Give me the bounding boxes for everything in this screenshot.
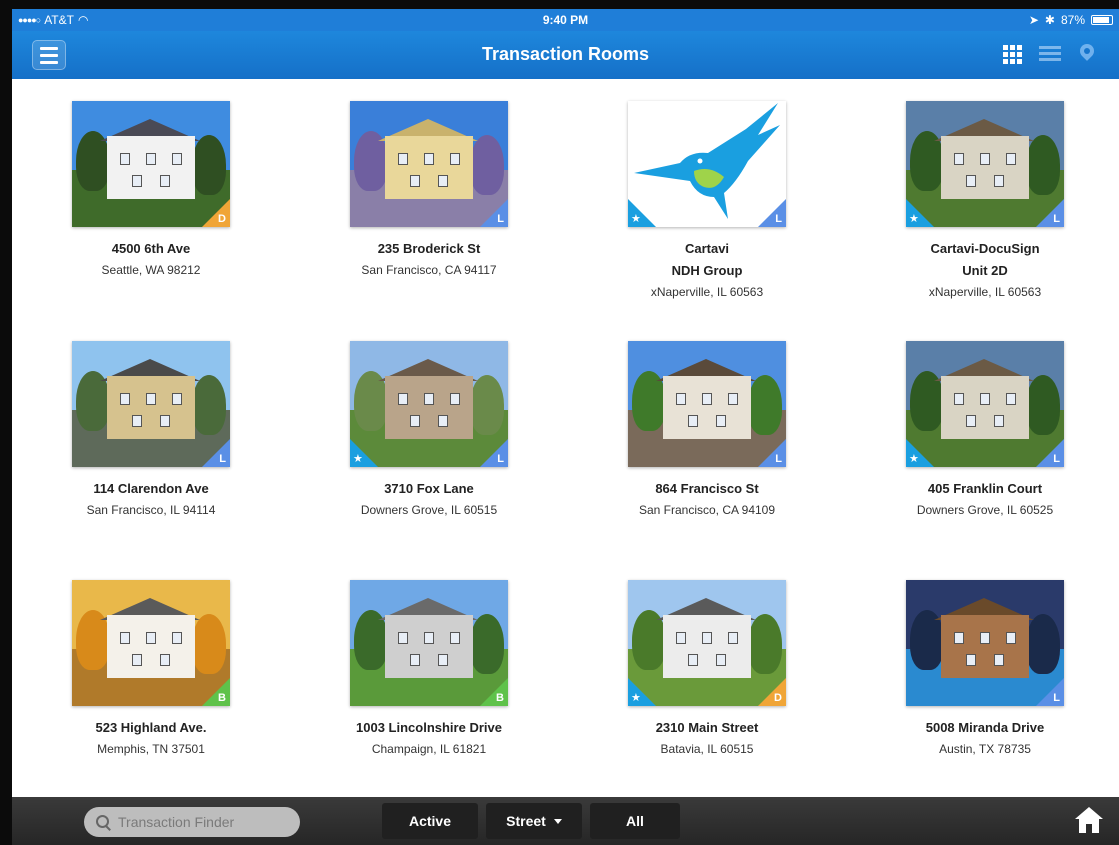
filter-all-label: All	[626, 813, 644, 829]
room-title: 235 Broderick St	[377, 241, 481, 256]
map-pin-icon[interactable]	[1077, 43, 1097, 65]
room-title: 1003 Lincolnshire Drive	[356, 720, 502, 735]
room-card[interactable]: B 523 Highland Ave. Memphis, TN 37501	[12, 580, 290, 756]
room-subtitle: San Francisco, CA 94117	[361, 263, 497, 277]
room-subtitle: Champaign, IL 61821	[371, 742, 487, 756]
room-subtitle: Memphis, TN 37501	[97, 742, 205, 756]
room-subtitle: Batavia, IL 60515	[660, 742, 754, 756]
room-title: 405 Franklin Court	[927, 481, 1043, 496]
room-subtitle: San Francisco, CA 94109	[638, 503, 776, 517]
room-subtitle: Austin, TX 78735	[939, 742, 1031, 756]
property-photo[interactable]: L	[350, 101, 508, 227]
nav-bar: Transaction Rooms	[12, 31, 1119, 79]
status-badge-letter: B	[496, 692, 504, 704]
bottom-toolbar: Active Street All	[12, 797, 1119, 845]
star-icon: ★	[631, 213, 641, 225]
star-icon: ★	[909, 453, 919, 465]
view-switcher	[1003, 43, 1097, 65]
bluetooth-icon: ✱	[1044, 13, 1055, 27]
transaction-finder[interactable]	[84, 807, 300, 837]
status-badge-letter: L	[497, 453, 504, 465]
status-badge-letter: L	[1053, 213, 1060, 225]
status-badge-letter: L	[775, 453, 782, 465]
property-photo[interactable]: L	[628, 341, 786, 467]
star-icon: ★	[353, 453, 363, 465]
list-view-icon[interactable]	[1039, 43, 1061, 63]
room-subtitle: NDH Group	[671, 263, 743, 278]
status-badge-letter: L	[1053, 692, 1060, 704]
filter-street-label: Street	[506, 813, 546, 829]
room-card[interactable]: B 1003 Lincolnshire Drive Champaign, IL 61…	[290, 580, 568, 756]
property-photo[interactable]: L	[72, 341, 230, 467]
room-card[interactable]: L ★ Cartavi-DocuSign Unit 2D xNaperville, IL…	[846, 101, 1119, 299]
property-photo[interactable]: L ★	[628, 101, 786, 227]
room-subtitle: xNaperville, IL 60563	[650, 285, 764, 299]
filter-active-button[interactable]: Active	[382, 803, 478, 839]
room-subtitle: Seattle, WA 98212	[101, 263, 201, 277]
chevron-down-icon	[553, 818, 562, 824]
room-title: 2310 Main Street	[655, 720, 759, 735]
status-badge-letter: L	[219, 453, 226, 465]
room-card[interactable]: L 5008 Miranda Drive Austin, TX 78735	[846, 580, 1119, 756]
status-badge-letter: D	[774, 692, 782, 704]
room-title: 4500 6th Ave	[111, 241, 191, 256]
rooms-grid: D 4500 6th Ave Seattle, WA 98212 L 235 Brode…	[12, 79, 1119, 797]
room-subtitle: Downers Grove, IL 60525	[916, 503, 1054, 517]
status-badge-letter: L	[775, 213, 782, 225]
filter-street-dropdown[interactable]: Street	[486, 803, 582, 839]
star-icon: ★	[631, 692, 641, 704]
status-badge-letter: L	[497, 213, 504, 225]
property-photo[interactable]: L	[906, 580, 1064, 706]
property-photo[interactable]: B	[72, 580, 230, 706]
status-bar: ●●●●○ AT&T ◠ 9:40 PM ➤ ✱ 87%	[12, 9, 1119, 31]
star-icon: ★	[909, 213, 919, 225]
room-subtitle: Downers Grove, IL 60515	[360, 503, 498, 517]
property-photo[interactable]: L ★	[350, 341, 508, 467]
filter-all-button[interactable]: All	[590, 803, 680, 839]
room-card[interactable]: L 864 Francisco St San Francisco, CA 94109	[568, 341, 846, 517]
room-title: 864 Francisco St	[655, 481, 759, 496]
status-badge-letter: B	[218, 692, 226, 704]
room-title: 114 Clarendon Ave	[93, 481, 209, 496]
property-photo[interactable]: D	[72, 101, 230, 227]
room-title: 523 Highland Ave.	[95, 720, 207, 735]
page-title: Transaction Rooms	[481, 44, 650, 64]
room-card[interactable]: L 114 Clarendon Ave San Francisco, IL 9411…	[12, 341, 290, 517]
room-card[interactable]: L 235 Broderick St San Francisco, CA 94117	[290, 101, 568, 277]
room-title: 5008 Miranda Drive	[925, 720, 1045, 735]
room-card[interactable]: L ★ 3710 Fox Lane Downers Grove, IL 60515	[290, 341, 568, 517]
transaction-finder-input[interactable]	[118, 814, 278, 830]
room-card[interactable]: D ★ 2310 Main Street Batavia, IL 60515	[568, 580, 846, 756]
room-title: Cartavi	[684, 241, 730, 256]
battery-icon	[1091, 15, 1113, 25]
status-badge-letter: L	[1053, 453, 1060, 465]
property-photo[interactable]: D ★	[628, 580, 786, 706]
room-subtitle: San Francisco, IL 94114	[86, 503, 216, 517]
room-subtitle: Unit 2D	[962, 263, 1008, 278]
property-photo[interactable]: L ★	[906, 341, 1064, 467]
location-arrow-icon: ➤	[1028, 13, 1039, 27]
grid-view-icon[interactable]	[1003, 43, 1023, 64]
room-title: Cartavi-DocuSign	[930, 241, 1040, 256]
add-home-icon[interactable]	[1075, 807, 1103, 833]
room-card[interactable]: L ★ 405 Franklin Court Downers Grove, IL 60…	[846, 341, 1119, 517]
status-badge-letter: D	[218, 213, 226, 225]
filter-active-label: Active	[408, 813, 452, 829]
battery-percent: 87%	[1060, 13, 1085, 27]
property-photo[interactable]: B	[350, 580, 508, 706]
status-right: ➤ ✱ 87%	[1029, 13, 1113, 27]
room-subtitle: xNaperville, IL 60563	[928, 285, 1042, 299]
room-card[interactable]: L ★ Cartavi NDH Group xNaperville, IL 60563	[568, 101, 846, 299]
property-photo[interactable]: L ★	[906, 101, 1064, 227]
search-icon	[96, 815, 110, 829]
room-title: 3710 Fox Lane	[384, 481, 474, 496]
room-card[interactable]: D 4500 6th Ave Seattle, WA 98212	[12, 101, 290, 277]
clock: 9:40 PM	[542, 13, 589, 27]
ipad-screen: ●●●●○ AT&T ◠ 9:40 PM ➤ ✱ 87% Transaction…	[12, 9, 1119, 845]
